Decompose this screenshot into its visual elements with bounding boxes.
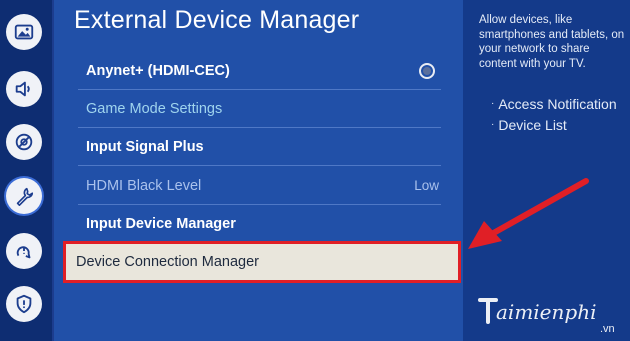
menu-item-input-device[interactable]: Input Device Manager [78, 205, 441, 243]
bullet-icon: · [491, 98, 495, 109]
menu-item-label: Input Signal Plus [86, 138, 204, 155]
red-arrow-icon [468, 178, 589, 249]
bullet-icon: · [491, 119, 495, 130]
page-title: External Device Manager [74, 6, 360, 34]
support-icon[interactable] [6, 233, 42, 269]
wrench-icon[interactable] [6, 178, 42, 214]
watermark-text: aimienphi [496, 300, 597, 324]
help-bullet-text: Access Notification [498, 96, 617, 112]
menu-item-label: Anynet+ (HDMI-CEC) [86, 62, 230, 79]
toggle-indicator-icon[interactable] [419, 62, 435, 79]
menu-item-label: Input Device Manager [86, 216, 236, 232]
watermark-logo-icon [478, 298, 498, 324]
watermark: aimienphi .vn [478, 293, 628, 337]
menu-item-device-connection[interactable]: Device Connection Manager [63, 241, 461, 283]
menu-item-anynet[interactable]: Anynet+ (HDMI-CEC) [78, 52, 441, 90]
menu-item-game-mode[interactable]: Game Mode Settings [78, 90, 441, 128]
settings-sidebar [0, 0, 52, 341]
help-bullet: · Access Notification [491, 96, 617, 112]
shield-icon[interactable] [6, 286, 42, 322]
picture-icon[interactable] [6, 14, 42, 50]
menu-panel: External Device Manager Anynet+ (HDMI-CE… [54, 0, 463, 341]
watermark-suffix: .vn [600, 323, 615, 335]
help-panel: Allow devices, like smartphones and tabl… [463, 0, 630, 341]
menu-item-label: Device Connection Manager [76, 254, 259, 270]
help-bullet: · Device List [491, 117, 567, 133]
menu-item-value: Low [414, 178, 439, 193]
menu-item-label: Game Mode Settings [86, 100, 223, 117]
help-description: Allow devices, like smartphones and tabl… [479, 14, 625, 70]
menu-item-input-signal[interactable]: Input Signal Plus [78, 128, 441, 166]
sound-icon[interactable] [6, 71, 42, 107]
help-bullet-text: Device List [498, 117, 567, 133]
menu-item-hdmi-black-level[interactable]: HDMI Black Level Low [78, 167, 441, 205]
menu-item-label: HDMI Black Level [86, 177, 202, 194]
broadcast-icon[interactable] [6, 124, 42, 160]
